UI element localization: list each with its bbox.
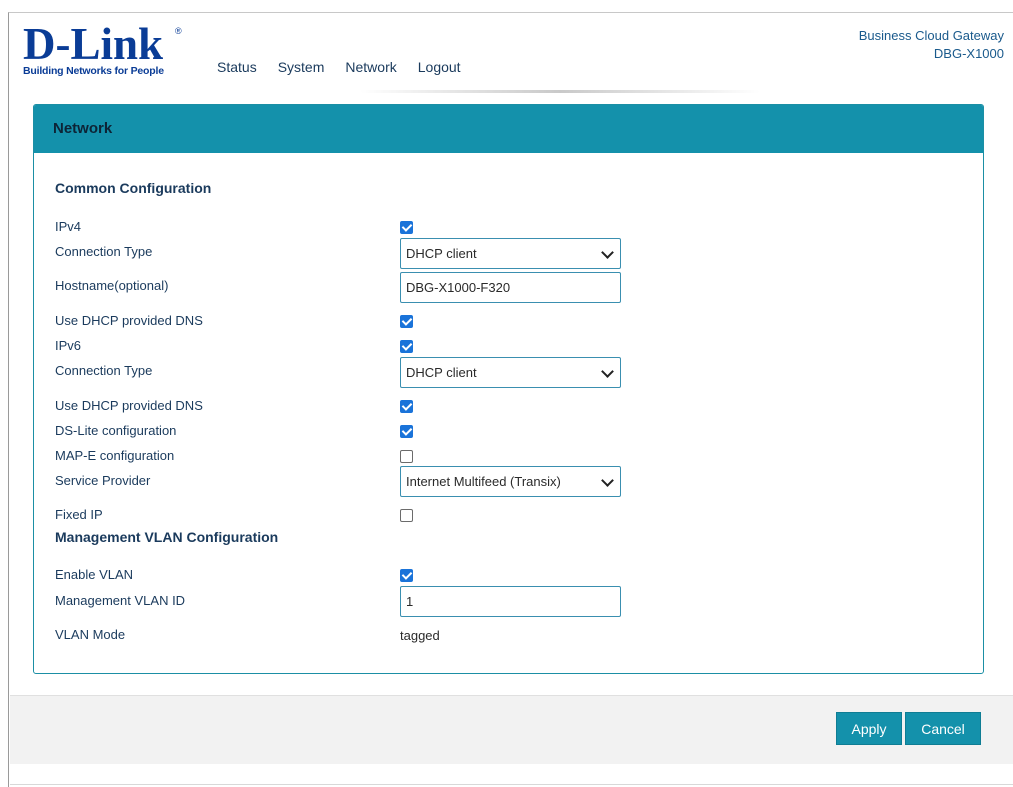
chevron-down-icon bbox=[601, 474, 614, 487]
dns-v6-checkbox[interactable] bbox=[400, 400, 413, 413]
mape-label: MAP-E configuration bbox=[55, 448, 175, 463]
nav-system[interactable]: System bbox=[278, 59, 325, 75]
dns-v4-label: Use DHCP provided DNS bbox=[55, 313, 203, 328]
mape-checkbox[interactable] bbox=[400, 450, 413, 463]
panel-title: Network bbox=[34, 105, 983, 153]
ipv6-label: IPv6 bbox=[55, 338, 82, 353]
hostname-input[interactable]: DBG-X1000-F320 bbox=[400, 272, 621, 303]
vlan-config-heading: Management VLAN Configuration bbox=[55, 529, 279, 545]
common-config-heading: Common Configuration bbox=[55, 180, 212, 196]
connection-type-v4-label: Connection Type bbox=[55, 244, 153, 259]
ipv4-label: IPv4 bbox=[55, 219, 82, 234]
product-brand: Business Cloud Gateway DBG-X1000 bbox=[859, 27, 1004, 63]
divider bbox=[10, 784, 1013, 785]
logo-tagline: Building Networks for People bbox=[23, 65, 164, 77]
vlan-mode-value: tagged bbox=[400, 628, 440, 643]
fixed-ip-label: Fixed IP bbox=[55, 507, 103, 522]
service-provider-value: Internet Multifeed (Transix) bbox=[406, 474, 561, 489]
vlan-id-input[interactable]: 1 bbox=[400, 586, 621, 617]
hostname-label: Hostname(optional) bbox=[55, 278, 169, 293]
connection-type-v6-select[interactable]: DHCP client bbox=[400, 357, 621, 388]
apply-button[interactable]: Apply bbox=[836, 712, 902, 745]
dns-v6-label: Use DHCP provided DNS bbox=[55, 398, 203, 413]
dslite-label: DS-Lite configuration bbox=[55, 423, 177, 438]
product-line: Business Cloud Gateway bbox=[858, 28, 1004, 43]
connection-type-v4-value: DHCP client bbox=[406, 246, 477, 261]
connection-type-v4-select[interactable]: DHCP client bbox=[400, 238, 621, 269]
vlan-id-label: Management VLAN ID bbox=[55, 593, 186, 608]
main-nav: Status System Network Logout bbox=[217, 59, 482, 75]
vlan-mode-label: VLAN Mode bbox=[55, 627, 126, 642]
dlink-logo: D-Link ® Building Networks for People bbox=[23, 19, 188, 78]
network-panel: Network Common Configuration IPv4 Connec… bbox=[33, 104, 984, 674]
chevron-down-icon bbox=[601, 246, 614, 259]
nav-logout[interactable]: Logout bbox=[418, 59, 461, 75]
connection-type-v6-label: Connection Type bbox=[55, 363, 153, 378]
fixed-ip-checkbox[interactable] bbox=[400, 509, 413, 522]
nav-underline bbox=[360, 90, 760, 93]
cancel-button[interactable]: Cancel bbox=[905, 712, 981, 745]
service-provider-label: Service Provider bbox=[55, 473, 151, 488]
nav-network[interactable]: Network bbox=[345, 59, 396, 75]
service-provider-select[interactable]: Internet Multifeed (Transix) bbox=[400, 466, 621, 497]
ipv6-checkbox[interactable] bbox=[400, 340, 413, 353]
enable-vlan-label: Enable VLAN bbox=[55, 567, 134, 582]
nav-status[interactable]: Status bbox=[217, 59, 257, 75]
logo-wordmark: D-Link bbox=[23, 19, 164, 69]
product-model: DBG-X1000 bbox=[933, 46, 1004, 61]
dns-v4-checkbox[interactable] bbox=[400, 315, 413, 328]
enable-vlan-checkbox[interactable] bbox=[400, 569, 413, 582]
connection-type-v6-value: DHCP client bbox=[406, 365, 477, 380]
dslite-checkbox[interactable] bbox=[400, 425, 413, 438]
logo-registered-mark: ® bbox=[175, 26, 182, 36]
ipv4-checkbox[interactable] bbox=[400, 221, 413, 234]
chevron-down-icon bbox=[601, 365, 614, 378]
